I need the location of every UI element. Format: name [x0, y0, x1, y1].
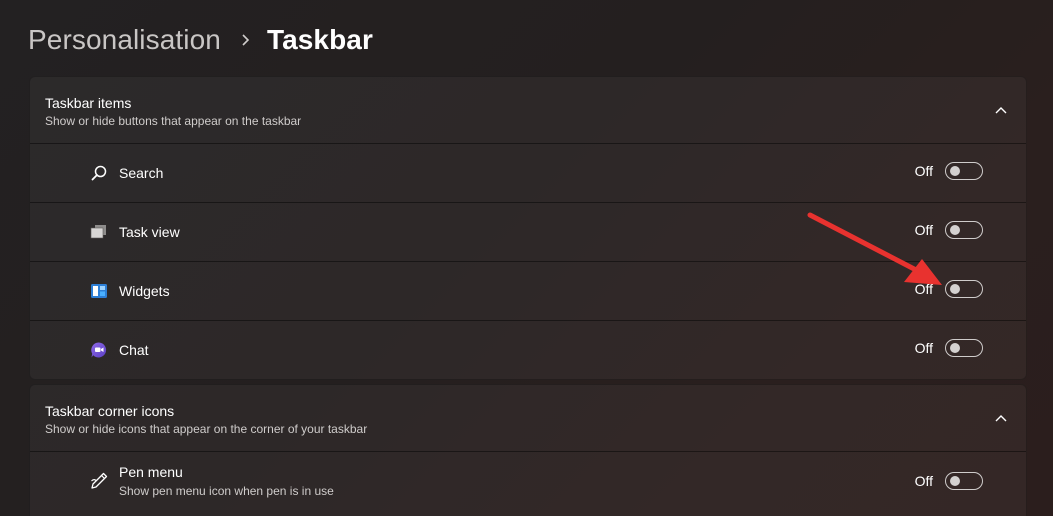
taskbar-corner-icons-header[interactable]: Taskbar corner icons Show or hide icons … — [30, 385, 1026, 452]
setting-label: Search — [119, 165, 164, 181]
search-toggle[interactable] — [945, 162, 983, 180]
setting-label: Pen menu — [119, 464, 183, 480]
section-title: Taskbar items — [45, 95, 132, 111]
breadcrumb: Personalisation Taskbar — [28, 18, 373, 62]
widgets-icon — [90, 282, 108, 300]
breadcrumb-parent-link[interactable]: Personalisation — [28, 24, 221, 56]
setting-row-search: Search Off — [30, 144, 1026, 203]
section-title: Taskbar corner icons — [45, 403, 175, 419]
chevron-up-icon[interactable] — [990, 99, 1012, 121]
setting-row-pen-menu: Pen menu Show pen menu icon when pen is … — [30, 452, 1026, 512]
toggle-knob — [950, 476, 960, 486]
toggle-state-text: Off — [914, 163, 933, 179]
page-title: Taskbar — [266, 24, 373, 55]
chat-toggle[interactable] — [945, 339, 983, 357]
widgets-toggle[interactable] — [945, 280, 983, 298]
chevron-up-icon[interactable] — [990, 407, 1012, 429]
section-subtitle: Show or hide buttons that appear on the … — [45, 114, 302, 128]
pen-icon — [90, 472, 108, 490]
taskbar-items-header[interactable]: Taskbar items Show or hide buttons that … — [30, 77, 1026, 144]
setting-description: Show pen menu icon when pen is in use — [119, 484, 334, 498]
toggle-knob — [950, 284, 960, 294]
section-subtitle: Show or hide icons that appear on the co… — [45, 422, 368, 436]
toggle-state-text: Off — [914, 473, 933, 489]
chat-toggle-group: Off — [915, 339, 983, 357]
setting-label: Widgets — [119, 283, 170, 299]
chat-icon — [90, 341, 108, 359]
annotation-arrow-icon — [807, 212, 942, 285]
toggle-knob — [950, 225, 960, 235]
task-view-toggle[interactable] — [945, 221, 983, 239]
taskbar-corner-icons-section: Taskbar corner icons Show or hide icons … — [29, 384, 1027, 516]
search-icon — [90, 164, 108, 182]
setting-label: Chat — [119, 342, 149, 358]
chevron-right-icon — [235, 33, 257, 47]
toggle-knob — [950, 166, 960, 176]
setting-label: Task view — [119, 224, 180, 240]
pen-menu-toggle-group: Off — [915, 472, 983, 490]
toggle-state-text: Off — [914, 340, 933, 356]
task-view-icon — [90, 223, 108, 241]
toggle-knob — [950, 343, 960, 353]
setting-row-chat: Chat Off — [30, 321, 1026, 379]
search-toggle-group: Off — [915, 162, 983, 180]
pen-menu-toggle[interactable] — [945, 472, 983, 490]
